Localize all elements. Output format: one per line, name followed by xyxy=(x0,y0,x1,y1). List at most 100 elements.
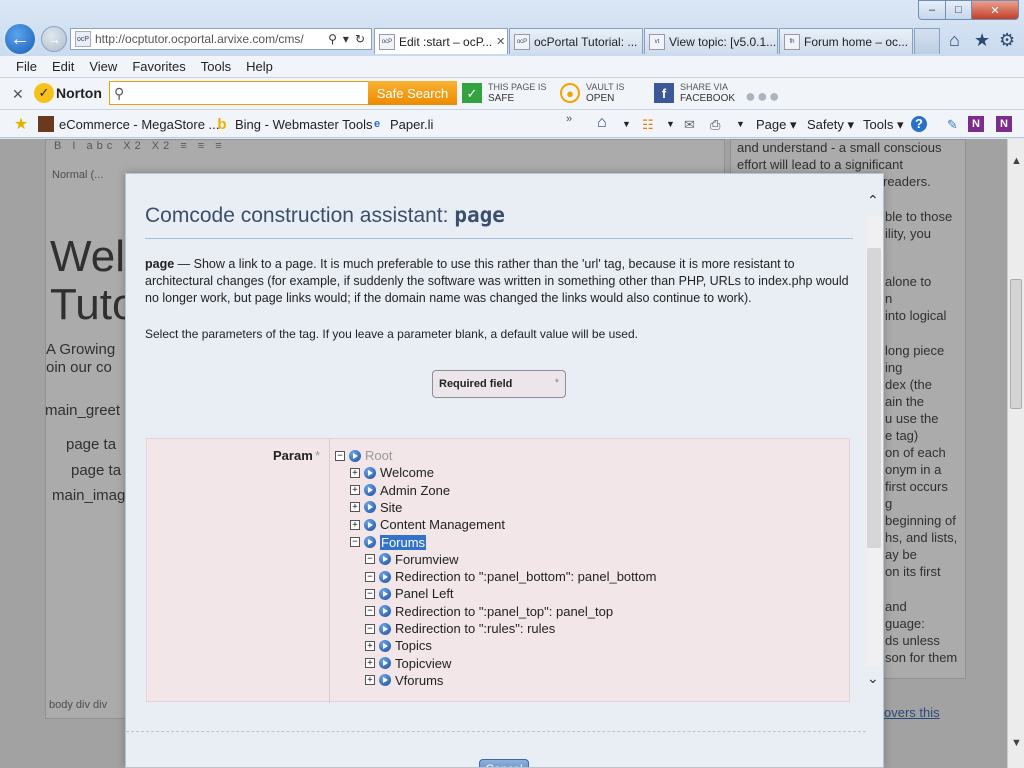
tree-node-label[interactable]: Admin Zone xyxy=(380,483,450,498)
tree-node-label[interactable]: Vforums xyxy=(395,673,443,688)
url-text[interactable]: http://ocptutor.ocportal.arvixe.com/cms/ xyxy=(95,32,328,46)
fav-link-ecommerce[interactable]: eCommerce - MegaStore ... xyxy=(38,116,219,132)
tree-node[interactable]: + Welcome xyxy=(350,464,434,481)
tree-node[interactable]: − Forumview xyxy=(365,551,459,568)
tree-node-label[interactable]: Redirection to ":rules": rules xyxy=(395,621,555,636)
scroll-down-icon[interactable]: ▼ xyxy=(1011,737,1022,749)
vault-status[interactable]: ● VAULT IS OPEN xyxy=(560,82,625,104)
collapse-icon[interactable]: − xyxy=(335,450,345,461)
page-scrollbar-thumb[interactable] xyxy=(1010,279,1022,409)
tree-node[interactable]: + Vforums xyxy=(365,672,443,689)
dropdown-arrow-icon[interactable]: ▼ xyxy=(622,119,631,129)
dropdown-arrow-icon[interactable]: ▼ xyxy=(666,119,675,129)
expand-icon[interactable]: + xyxy=(365,675,375,686)
dialog-scrollbar[interactable]: ⌃ ⌄ xyxy=(866,188,883,693)
collapse-icon[interactable]: − xyxy=(365,588,375,599)
research-icon[interactable]: ✎ xyxy=(947,117,958,133)
expand-icon[interactable]: + xyxy=(365,640,375,651)
tree-node[interactable]: − Redirection to ":panel_bottom": panel_b… xyxy=(365,568,656,585)
expand-icon[interactable]: + xyxy=(350,519,360,530)
tree-node-label[interactable]: Redirection to ":panel_bottom": panel_bo… xyxy=(395,569,656,584)
gear-icon[interactable]: ⚙ xyxy=(999,30,1015,51)
collapse-icon[interactable]: − xyxy=(350,537,360,547)
chevron-up-icon[interactable]: ⌃ xyxy=(867,192,879,209)
menu-favorites[interactable]: Favorites xyxy=(132,59,185,74)
fav-link-bing[interactable]: b Bing - Webmaster Tools xyxy=(214,116,372,133)
tree-node-label[interactable]: Topics xyxy=(395,638,432,653)
tree-node-label[interactable]: Welcome xyxy=(380,465,434,480)
dialog-scroll-track[interactable] xyxy=(866,216,883,666)
tools-menu[interactable]: Tools ▾ xyxy=(863,117,904,133)
dropdown-arrow-icon[interactable]: ▼ xyxy=(736,119,745,129)
tab-ocportal-tutorial[interactable]: ocP ocPortal Tutorial: ... xyxy=(509,28,643,54)
onenote-icon[interactable]: N xyxy=(968,116,984,132)
cancel-button[interactable]: Cancel xyxy=(479,759,529,767)
collapse-icon[interactable]: − xyxy=(365,554,375,565)
tree-node[interactable]: − Root xyxy=(335,447,392,464)
menu-view[interactable]: View xyxy=(89,59,117,74)
onenote-send-icon[interactable]: N xyxy=(996,116,1012,132)
dropdown-arrow-icon[interactable]: ▾ xyxy=(343,32,349,46)
search-icon[interactable]: ⚲ xyxy=(328,32,337,46)
more-options-icon[interactable]: ●●● xyxy=(745,86,781,107)
chevron-more-icon[interactable]: » xyxy=(566,113,572,125)
tab-edit-start[interactable]: ocP Edit :start – ocP... ✕ xyxy=(374,28,508,54)
collapse-icon[interactable]: − xyxy=(365,623,375,634)
tree-node[interactable]: − Redirection to ":rules": rules xyxy=(365,620,555,637)
tree-node-label[interactable]: Forumview xyxy=(395,552,459,567)
expand-icon[interactable]: + xyxy=(350,502,360,513)
tree-node-label[interactable]: Panel Left xyxy=(395,586,454,601)
expand-icon[interactable]: + xyxy=(350,467,360,478)
collapse-icon[interactable]: − xyxy=(365,606,375,617)
page-menu[interactable]: Page ▾ xyxy=(756,117,797,133)
address-bar[interactable]: ocP http://ocptutor.ocportal.arvixe.com/… xyxy=(70,28,372,50)
print-icon[interactable]: ⎙ xyxy=(710,117,720,133)
page-safe-status[interactable]: ✓ THIS PAGE IS SAFE xyxy=(462,82,546,104)
tree-node-label[interactable]: Forums xyxy=(380,534,427,550)
close-tab-icon[interactable]: ✕ xyxy=(496,35,505,48)
menu-edit[interactable]: Edit xyxy=(52,59,74,74)
chevron-down-icon[interactable]: ⌄ xyxy=(867,670,879,687)
forward-button[interactable]: → xyxy=(41,26,67,52)
maximize-button[interactable]: □ xyxy=(945,0,972,20)
tree-node[interactable]: − Panel Left xyxy=(365,585,454,602)
new-tab-button[interactable] xyxy=(914,28,940,54)
menu-tools[interactable]: Tools xyxy=(201,59,231,74)
menu-help[interactable]: Help xyxy=(246,59,273,74)
tree-node-label[interactable]: Site xyxy=(380,500,402,515)
minimize-button[interactable]: – xyxy=(918,0,946,20)
dialog-scroll-thumb[interactable] xyxy=(867,248,881,548)
tree-node-label[interactable]: Topicview xyxy=(395,656,451,671)
menu-file[interactable]: File xyxy=(16,59,37,74)
share-facebook[interactable]: f SHARE VIA FACEBOOK xyxy=(654,82,735,104)
home-icon[interactable]: ⌂ xyxy=(949,30,960,51)
mail-icon[interactable]: ✉ xyxy=(684,117,695,133)
back-button[interactable]: ← xyxy=(3,22,37,56)
tree-node-label[interactable]: Redirection to ":panel_top": panel_top xyxy=(395,604,613,619)
tree-node[interactable]: − Redirection to ":panel_top": panel_top xyxy=(365,603,613,620)
fav-link-paperli[interactable]: e Paper.li xyxy=(369,116,433,132)
tree-node[interactable]: + Topicview xyxy=(365,655,451,672)
expand-icon[interactable]: + xyxy=(350,485,360,496)
tree-node[interactable]: + Content Management xyxy=(350,516,505,533)
favorites-star-icon[interactable]: ★ xyxy=(974,30,990,51)
tree-node-label[interactable]: Content Management xyxy=(380,517,505,532)
close-window-button[interactable]: ✕ xyxy=(971,0,1019,20)
home-icon[interactable]: ⌂ xyxy=(597,114,607,132)
refresh-icon[interactable]: ↻ xyxy=(355,32,365,46)
tree-node[interactable]: − Forums xyxy=(350,534,427,551)
favorites-star-add-icon[interactable]: ★ xyxy=(13,116,34,133)
close-toolbar-icon[interactable]: ✕ xyxy=(12,86,24,103)
tab-forum-home[interactable]: fh Forum home – oc... xyxy=(779,28,913,54)
tree-node[interactable]: + Admin Zone xyxy=(350,482,450,499)
safe-search-button[interactable]: Safe Search xyxy=(368,81,457,105)
tab-view-topic[interactable]: vt View topic: [v5.0.1... xyxy=(644,28,778,54)
tree-node[interactable]: + Topics xyxy=(365,637,432,654)
tree-node-label[interactable]: Root xyxy=(365,448,392,463)
help-icon[interactable]: ? xyxy=(911,116,927,132)
safety-menu[interactable]: Safety ▾ xyxy=(807,117,854,133)
tree-node[interactable]: + Site xyxy=(350,499,402,516)
rss-feed-icon[interactable]: ☷ xyxy=(642,117,654,133)
expand-icon[interactable]: + xyxy=(365,658,375,669)
page-scrollbar[interactable]: ▲ ▼ xyxy=(1007,139,1024,768)
